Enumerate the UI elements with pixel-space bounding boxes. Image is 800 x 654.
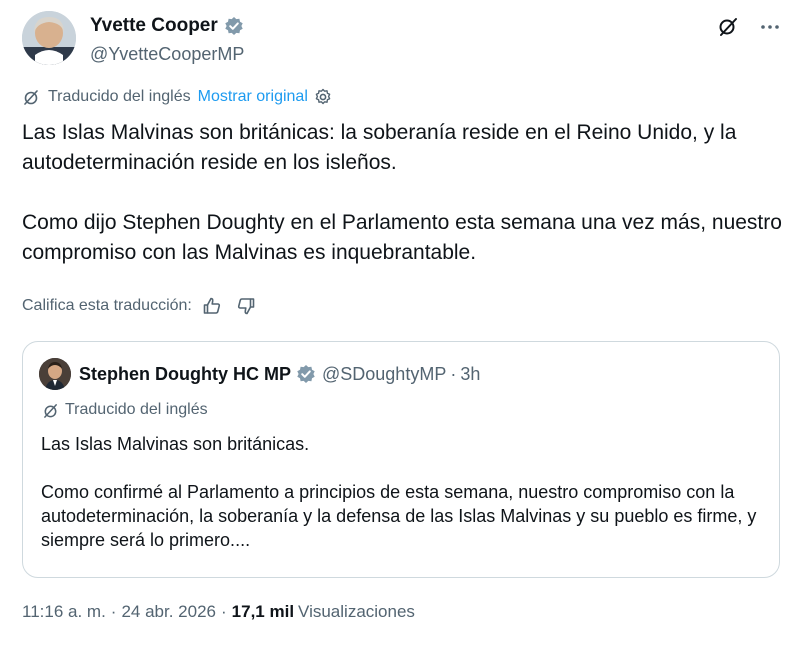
rate-translation-label: Califica esta traducción: (22, 297, 192, 314)
tweet-paragraph: Como dijo Stephen Doughty en el Parlamen… (22, 211, 782, 264)
quoted-author-name[interactable]: Stephen Doughty HC MP (79, 364, 291, 385)
quoted-author-avatar[interactable] (39, 358, 71, 390)
grok-icon[interactable] (716, 15, 740, 39)
more-icon[interactable] (758, 15, 782, 39)
views-count: 17,1 mil (231, 602, 295, 621)
quoted-tweet-header: Stephen Doughty HC MP @SDoughtyMP · 3h (39, 358, 480, 390)
author-handle[interactable]: @YvetteCooperMP (90, 44, 244, 65)
translate-icon (42, 402, 59, 419)
author-display-name[interactable]: Yvette Cooper (90, 15, 218, 37)
author-name-row: Yvette Cooper (90, 15, 244, 37)
tweet-top-actions (716, 15, 782, 39)
tweet-time[interactable]: 11:16 a. m. (22, 602, 106, 622)
tweet-meta: 11:16 a. m. · 24 abr. 2026 · 17,1 mil Vi… (22, 602, 415, 622)
quoted-translation-notice: Traducido del inglés (42, 401, 208, 419)
rate-translation: Califica esta traducción: (22, 296, 256, 316)
quoted-paragraph: Como confirmé al Parlamento a principios… (41, 482, 757, 550)
verified-badge-icon[interactable] (296, 364, 316, 384)
author-avatar[interactable] (22, 11, 76, 65)
show-original-link[interactable]: Mostrar original (198, 88, 308, 106)
translated-label: Traducido del inglés (48, 88, 191, 105)
separator: · (221, 602, 227, 621)
quoted-translated-label: Traducido del inglés (65, 401, 208, 418)
thumbs-up-icon[interactable] (202, 296, 222, 316)
tweet-paragraph: Las Islas Malvinas son británicas: la so… (22, 121, 737, 174)
views-label: Visualizaciones (298, 602, 415, 621)
quoted-timestamp[interactable]: 3h (460, 364, 480, 385)
translation-notice: Traducido del inglés Mostrar original (22, 88, 332, 106)
translate-icon (22, 88, 40, 106)
tweet-text: Las Islas Malvinas son británicas: la so… (22, 118, 782, 298)
gear-icon[interactable] (314, 88, 332, 106)
thumbs-down-icon[interactable] (236, 296, 256, 316)
verified-badge-icon[interactable] (224, 16, 244, 36)
tweet-header: Yvette Cooper @YvetteCooperMP (22, 11, 782, 67)
quoted-paragraph: Las Islas Malvinas son británicas. (41, 434, 310, 454)
quoted-tweet-text: Las Islas Malvinas son británicas. Como … (41, 432, 761, 576)
separator: · (450, 363, 457, 384)
quoted-author-handle[interactable]: @SDoughtyMP (322, 364, 446, 385)
quoted-tweet[interactable]: Stephen Doughty HC MP @SDoughtyMP · 3h T… (22, 341, 780, 578)
separator: · (110, 602, 117, 621)
tweet-date[interactable]: 24 abr. 2026 (121, 602, 216, 622)
